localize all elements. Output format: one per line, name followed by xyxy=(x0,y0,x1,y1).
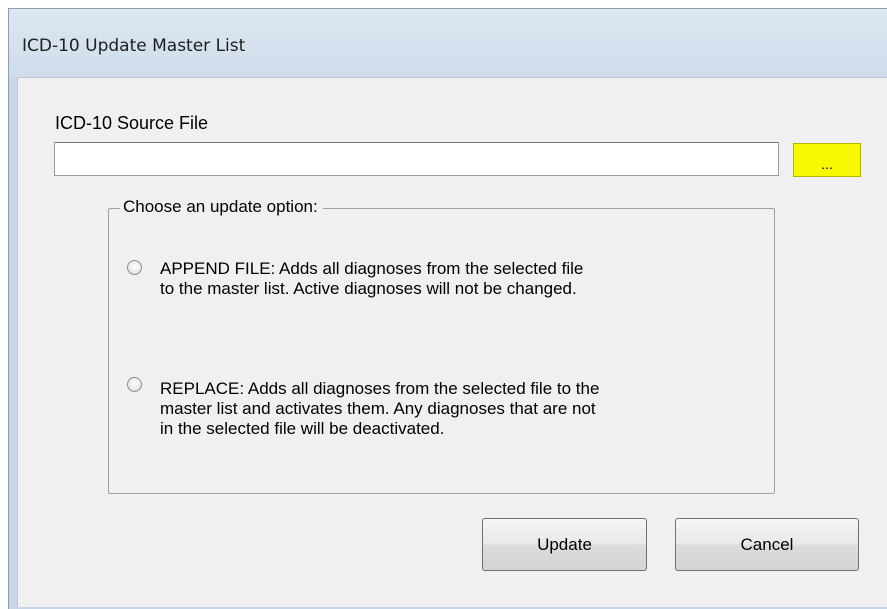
append-file-option[interactable]: APPEND FILE: Adds all diagnoses from the… xyxy=(127,259,747,304)
update-option-group: Choose an update option: xyxy=(108,197,775,494)
replace-option-text: REPLACE: Adds all diagnoses from the sel… xyxy=(160,379,740,439)
replace-radio[interactable] xyxy=(127,377,142,392)
group-legend: Choose an update option: xyxy=(120,197,323,217)
append-file-text-line: APPEND FILE: Adds all diagnoses from the… xyxy=(160,259,584,278)
replace-text-line: REPLACE: Adds all diagnoses from the sel… xyxy=(160,379,600,398)
append-file-option-text: APPEND FILE: Adds all diagnoses from the… xyxy=(160,259,740,299)
update-button[interactable]: Update xyxy=(482,518,647,571)
dialog-content: ICD-10 Source File ... Choose an update … xyxy=(0,0,887,609)
replace-option[interactable]: REPLACE: Adds all diagnoses from the sel… xyxy=(127,377,747,441)
replace-text-line: master list and activates them. Any diag… xyxy=(160,399,596,418)
append-file-text-line: to the master list. Active diagnoses wil… xyxy=(160,279,577,298)
browse-button[interactable]: ... xyxy=(793,143,861,177)
append-file-radio[interactable] xyxy=(127,260,142,275)
source-file-input[interactable] xyxy=(54,142,779,176)
source-file-label: ICD-10 Source File xyxy=(55,113,209,133)
cancel-button[interactable]: Cancel xyxy=(675,518,859,571)
replace-text-line: in the selected file will be deactivated… xyxy=(160,419,445,438)
